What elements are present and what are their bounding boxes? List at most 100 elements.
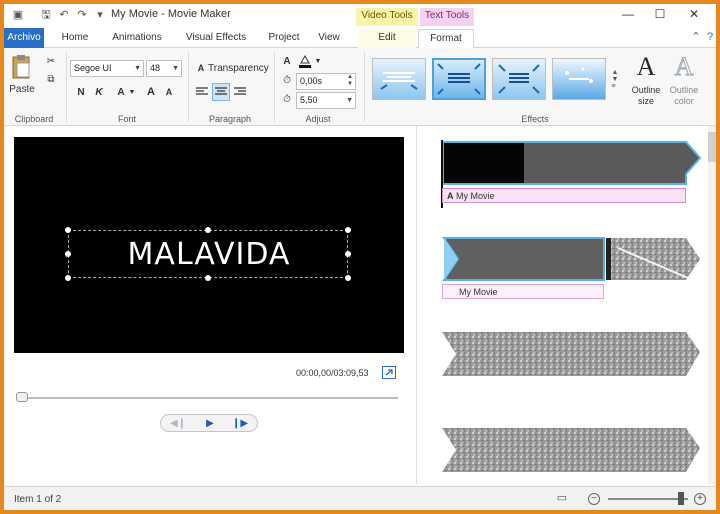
background-color-icon[interactable] [298, 54, 312, 68]
zoom-slider-handle[interactable] [678, 492, 684, 505]
group-separator [274, 52, 275, 122]
storyboard-scrollbar[interactable] [708, 126, 716, 484]
shrink-font-button[interactable]: A [162, 84, 176, 100]
save-icon[interactable]: 🖫 [40, 9, 52, 21]
group-label-adjust: Adjust [305, 114, 331, 124]
storyboard-clip-2[interactable] [442, 237, 605, 281]
zoom-in-icon[interactable]: + [694, 493, 706, 505]
storyboard-clip-4[interactable] [442, 428, 700, 472]
start-time-input[interactable]: 0,00s ▲ ▼ [296, 73, 356, 90]
resize-handle[interactable] [65, 251, 71, 257]
font-family-select[interactable]: Segoe UI ▼ [70, 60, 144, 77]
tab-home[interactable]: Home [56, 29, 94, 48]
resize-handle[interactable] [65, 227, 71, 233]
duration-select[interactable]: 5,50 ▼ [296, 92, 356, 109]
maximize-button[interactable]: ☐ [646, 6, 674, 22]
outline-color-icon[interactable]: A [670, 52, 698, 82]
app-icon: ▣ [12, 9, 24, 21]
zoom-slider[interactable] [608, 498, 688, 500]
undo-icon[interactable]: ↶ [58, 9, 70, 21]
effect-thumbnail-2[interactable] [432, 58, 486, 100]
caption-label-1-text: My Movie [456, 191, 495, 201]
collapse-ribbon-icon[interactable]: ⌃ [690, 31, 702, 43]
thumbnail-size-icon[interactable]: ▭ [554, 492, 570, 504]
tab-animations[interactable]: Animations [106, 29, 168, 48]
app-window: ▣ 🖫 ↶ ↷ ▾ My Movie - Movie Maker Video T… [0, 0, 720, 514]
align-center-icon[interactable] [212, 83, 230, 101]
align-left-icon[interactable] [194, 84, 210, 100]
font-size-select[interactable]: 48 ▼ [146, 60, 182, 77]
copy-icon[interactable]: ⧉ [44, 72, 58, 86]
chevron-down-icon[interactable]: ▼ [314, 56, 322, 66]
font-color-button[interactable]: A [114, 84, 128, 100]
start-time-icon: ⏱ [283, 74, 291, 86]
effect-thumbnail-1[interactable] [372, 58, 426, 100]
chevron-down-icon[interactable]: ▼ [128, 86, 136, 98]
qat-customize-icon[interactable]: ▾ [94, 9, 106, 21]
pane-divider[interactable] [416, 126, 417, 484]
paste-icon[interactable] [10, 54, 32, 80]
caption-label-1[interactable]: A My Movie [442, 188, 686, 203]
playback-controls: ◀❙ ▶ ❙▶ [160, 414, 258, 432]
align-right-icon[interactable] [232, 84, 248, 100]
chevron-down-icon: ▼ [134, 65, 141, 72]
previous-frame-icon[interactable]: ◀❙ [163, 417, 193, 431]
font-shrink-icon[interactable]: A [280, 54, 294, 68]
resize-handle[interactable] [345, 275, 351, 281]
grow-font-button[interactable]: A [144, 84, 158, 100]
seek-bar[interactable] [18, 397, 398, 399]
caption-text[interactable]: MALAVIDA [69, 237, 349, 272]
group-label-clipboard: Clipboard [14, 114, 54, 124]
zoom-out-icon[interactable]: − [588, 493, 600, 505]
effect-thumbnail-4[interactable] [552, 58, 606, 100]
effects-gallery-scroll[interactable]: ▲ ▼ ≡ [610, 58, 620, 100]
play-icon[interactable]: ▶ [195, 417, 225, 431]
storyboard-clip-3[interactable] [442, 332, 700, 376]
next-frame-icon[interactable]: ❙▶ [225, 417, 255, 431]
tab-archivo[interactable]: Archivo [4, 28, 44, 48]
minimize-button[interactable]: — [614, 6, 642, 22]
fullscreen-icon[interactable] [382, 366, 396, 379]
caption-label-2[interactable]: My Movie [442, 284, 604, 299]
transparency-button[interactable]: Transparency [208, 60, 270, 76]
group-label-paragraph: Paragraph [208, 114, 252, 124]
group-label-font: Font [117, 114, 136, 124]
tab-edit[interactable]: Edit [358, 29, 416, 48]
context-tab-text-tools: Text Tools [420, 8, 474, 26]
tab-view[interactable]: View [314, 29, 344, 48]
effect-thumbnail-3[interactable] [492, 58, 546, 100]
resize-handle[interactable] [65, 275, 71, 281]
storyboard[interactable]: A My Movie My Movie [418, 126, 708, 484]
group-label-effects: Effects [521, 114, 549, 124]
redo-icon[interactable]: ↷ [76, 9, 88, 21]
outline-size-icon[interactable]: A [632, 52, 660, 82]
outline-color-button[interactable]: Outline color [662, 84, 706, 108]
font-family-value: Segoe UI [74, 63, 112, 73]
video-preview[interactable]: MALAVIDA [14, 137, 404, 353]
font-size-value: 48 [150, 63, 161, 73]
bold-button[interactable]: N [74, 84, 88, 100]
close-button[interactable]: ✕ [680, 6, 708, 22]
resize-handle[interactable] [205, 227, 211, 233]
scrollbar-thumb[interactable] [708, 132, 716, 162]
resize-handle[interactable] [345, 227, 351, 233]
cut-icon[interactable]: ✂ [44, 54, 58, 68]
group-separator [66, 52, 67, 122]
tab-visual-effects[interactable]: Visual Effects [180, 29, 252, 48]
chevron-down-icon: ▼ [172, 65, 179, 72]
italic-button[interactable]: K [92, 84, 106, 100]
caption-label-2-text: My Movie [459, 287, 498, 297]
playback-timecode: 00:00,00/03:09,53 [296, 368, 369, 378]
resize-handle[interactable] [345, 251, 351, 257]
paste-button[interactable]: Paste [9, 84, 35, 95]
start-time-value: 0,00s [300, 76, 323, 86]
resize-handle[interactable] [205, 275, 211, 281]
tab-format[interactable]: Format [418, 29, 474, 48]
help-icon[interactable]: ? [704, 31, 716, 43]
tab-project[interactable]: Project [262, 29, 306, 48]
title-bar: ▣ 🖫 ↶ ↷ ▾ My Movie - Movie Maker Video T… [4, 4, 716, 26]
seek-handle[interactable] [16, 392, 28, 402]
spinner-icon[interactable]: ▲ ▼ [347, 74, 353, 88]
caption-text-box[interactable]: MALAVIDA [68, 230, 348, 278]
chevron-down-icon: ▼ [346, 97, 353, 104]
